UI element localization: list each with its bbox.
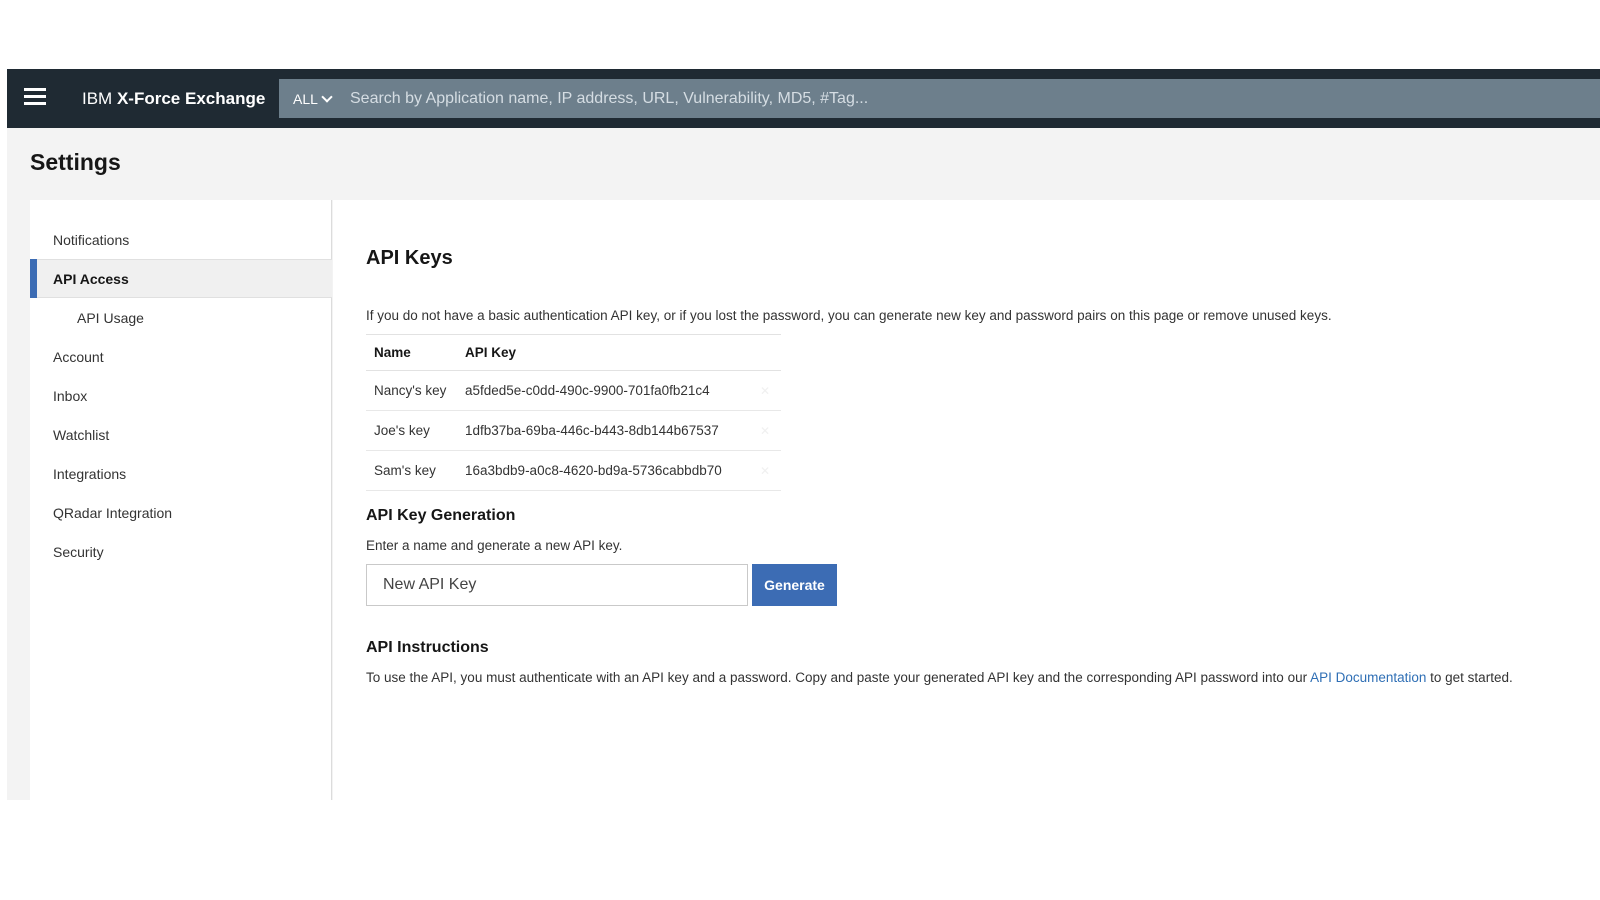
table-row: Joe's key 1dfb37ba-69ba-446c-b443-8db144…	[366, 410, 781, 451]
column-header-actions	[741, 334, 781, 371]
delete-key-icon[interactable]: ✕	[758, 424, 772, 438]
top-navigation-bar: IBM X-Force Exchange ALL	[7, 69, 1600, 128]
delete-key-icon[interactable]: ✕	[758, 384, 772, 398]
key-name-cell: Nancy's key	[366, 370, 457, 411]
api-documentation-link[interactable]: API Documentation	[1310, 670, 1426, 685]
api-keys-intro: If you do not have a basic authenticatio…	[366, 308, 1332, 323]
sidebar-item-inbox[interactable]: Inbox	[30, 376, 332, 415]
column-header-name: Name	[366, 334, 457, 371]
new-api-key-input[interactable]	[366, 564, 748, 606]
sidebar-item-integrations[interactable]: Integrations	[30, 454, 332, 493]
key-value-cell: 1dfb37ba-69ba-446c-b443-8db144b67537	[457, 410, 741, 451]
instructions-text-after: to get started.	[1426, 670, 1513, 685]
api-keys-heading: API Keys	[366, 247, 453, 269]
settings-content: API Keys If you do not have a basic auth…	[333, 200, 1600, 800]
sidebar-item-notifications[interactable]: Notifications	[30, 220, 332, 259]
sidebar-item-api-access[interactable]: API Access	[30, 259, 332, 298]
brand-name: X-Force Exchange	[116, 89, 266, 108]
generate-button[interactable]: Generate	[752, 564, 837, 606]
brand-prefix: IBM	[82, 89, 113, 108]
chevron-down-icon	[321, 90, 333, 103]
api-instructions-heading: API Instructions	[366, 639, 489, 656]
sidebar-item-qradar-integration[interactable]: QRadar Integration	[30, 493, 332, 532]
table-row: Sam's key 16a3bdb9-a0c8-4620-bd9a-5736ca…	[366, 450, 781, 491]
key-value-cell: a5fded5e-c0dd-490c-9900-701fa0fb21c4	[457, 370, 741, 411]
sidebar-item-api-usage[interactable]: API Usage	[30, 298, 332, 337]
search-bar: ALL	[279, 79, 1600, 118]
table-row: Nancy's key a5fded5e-c0dd-490c-9900-701f…	[366, 370, 781, 411]
sidebar-item-watchlist[interactable]: Watchlist	[30, 415, 332, 454]
column-header-api-key: API Key	[457, 334, 741, 371]
delete-key-icon[interactable]: ✕	[758, 464, 772, 478]
search-scope-dropdown[interactable]: ALL	[279, 79, 345, 118]
api-key-generation-heading: API Key Generation	[366, 507, 516, 524]
sidebar-item-account[interactable]: Account	[30, 337, 332, 376]
hamburger-menu-icon[interactable]	[24, 86, 46, 106]
search-scope-label: ALL	[293, 90, 318, 107]
key-value-cell: 16a3bdb9-a0c8-4620-bd9a-5736cabbdb70	[457, 450, 741, 491]
settings-sidebar: Notifications API Access API Usage Accou…	[30, 200, 332, 800]
instructions-text-before: To use the API, you must authenticate wi…	[366, 670, 1311, 685]
api-keys-table: Name API Key Nancy's key a5fded5e-c0dd-4…	[366, 334, 781, 491]
key-name-cell: Joe's key	[366, 410, 457, 451]
sidebar-item-security[interactable]: Security	[30, 532, 332, 571]
search-input[interactable]	[350, 79, 1590, 118]
brand-logo[interactable]: IBM X-Force Exchange	[82, 89, 265, 109]
table-header-row: Name API Key	[366, 334, 781, 371]
api-key-generation-description: Enter a name and generate a new API key.	[366, 538, 623, 553]
key-name-cell: Sam's key	[366, 450, 457, 491]
app-window: IBM X-Force Exchange ALL Settings Notifi…	[7, 69, 1600, 800]
api-instructions-text: To use the API, you must authenticate wi…	[366, 670, 1513, 685]
page-title: Settings	[30, 149, 121, 175]
